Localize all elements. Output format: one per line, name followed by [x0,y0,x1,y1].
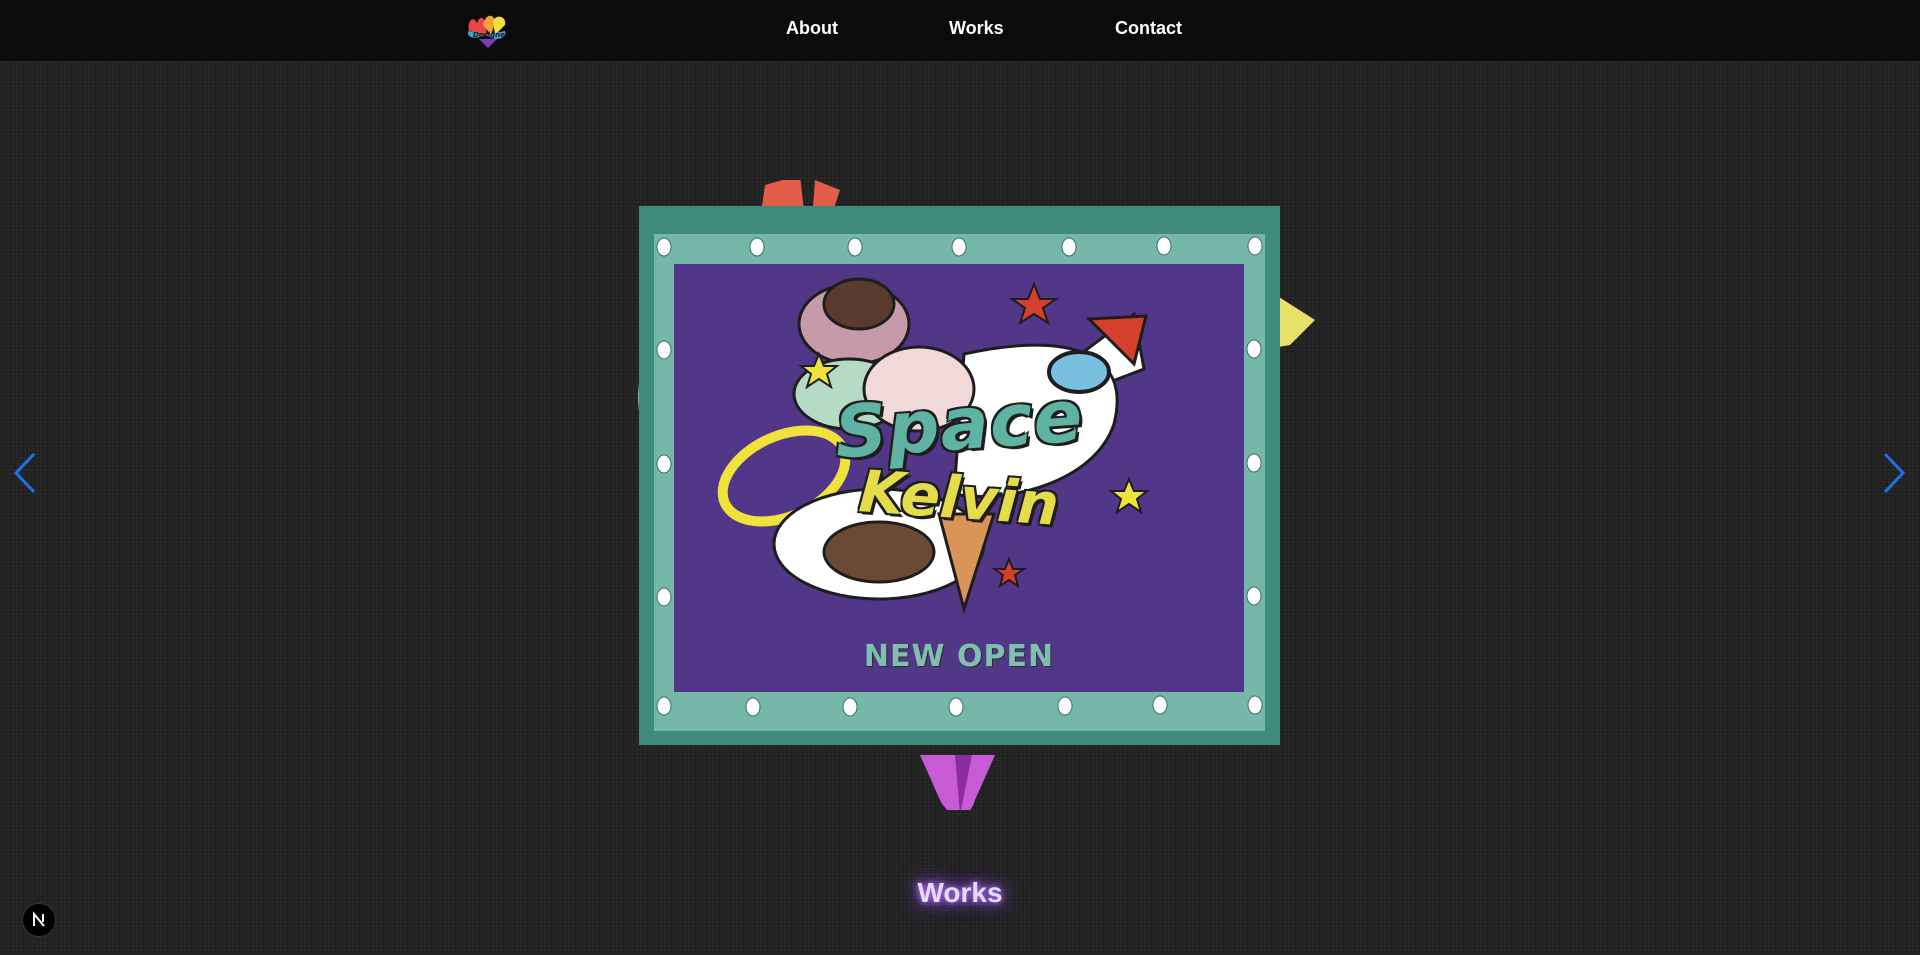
nextjs-badge-glyph [33,911,45,927]
sign-inner-frame: Space Kelvin NEW OPEN [654,234,1265,731]
space-kelvin-sign-image: Space Kelvin NEW OPEN [639,206,1280,745]
nav-link-works[interactable]: Works [949,18,1004,39]
svg-text:Designer: Designer [473,31,509,39]
nav-link-contact[interactable]: Contact [1115,18,1182,39]
nextjs-logo-icon[interactable] [22,903,56,937]
sign-subtitle: NEW OPEN [863,639,1055,674]
chevron-left-icon[interactable] [6,448,40,498]
section-title: Works [917,877,1003,908]
nav-link-about[interactable]: About [786,18,838,39]
top-navbar: Designer About Works Contact [0,0,1920,61]
sign-panel: Space Kelvin NEW OPEN [674,264,1244,692]
chevron-right-icon[interactable] [1879,448,1913,498]
designer-logo-icon[interactable]: Designer [465,9,511,49]
